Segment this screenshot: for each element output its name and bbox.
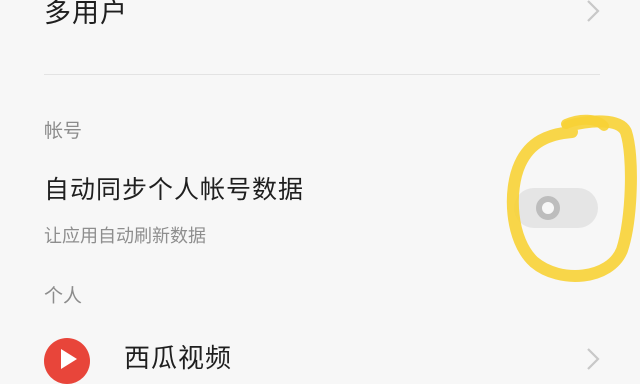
toggle-knob (536, 196, 560, 220)
chevron-right-icon (587, 0, 600, 22)
play-icon (61, 349, 77, 369)
section-header-account: 帐号 (44, 120, 83, 142)
multi-user-label: 多用户 (44, 0, 128, 29)
auto-sync-toggle[interactable] (514, 188, 598, 228)
chevron-right-icon (587, 348, 600, 370)
xigua-video-app-icon (44, 338, 90, 384)
section-header-personal: 个人 (44, 285, 83, 307)
auto-sync-title: 自动同步个人帐号数据 (44, 175, 305, 204)
auto-sync-subtitle: 让应用自动刷新数据 (44, 226, 206, 247)
xigua-video-label: 西瓜视频 (124, 344, 233, 374)
divider (44, 74, 600, 75)
